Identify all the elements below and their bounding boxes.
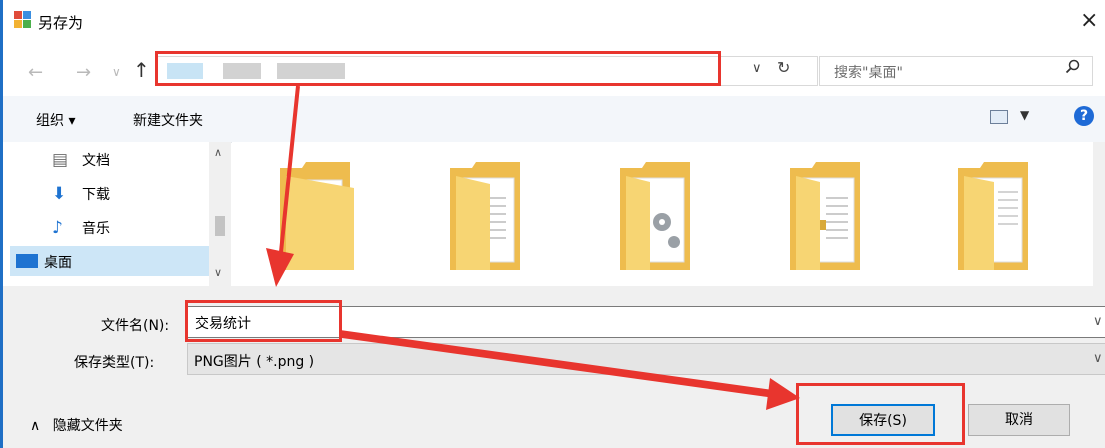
scrollbar-thumb[interactable] xyxy=(215,216,225,236)
cancel-button[interactable]: 取消 xyxy=(968,404,1070,436)
address-highlight-box xyxy=(155,51,721,86)
organize-button[interactable]: 组织 ▾ xyxy=(36,110,75,130)
app-icon xyxy=(14,11,31,28)
scroll-down-icon[interactable]: ∨ xyxy=(214,266,222,279)
help-icon[interactable]: ? xyxy=(1074,106,1094,126)
nav-scrollbar[interactable]: ∧ ∨ xyxy=(209,142,231,286)
document-icon: ▤ xyxy=(52,150,69,170)
filename-dropdown-icon[interactable]: ∨ xyxy=(1093,314,1103,329)
nav-item-downloads[interactable]: ⬇ 下载 xyxy=(20,178,210,208)
filetype-dropdown-icon[interactable]: ∨ xyxy=(1093,351,1103,366)
folder-icon xyxy=(958,162,1028,270)
file-scrollbar[interactable] xyxy=(1093,142,1105,286)
nav-item-label: 文档 xyxy=(82,153,110,169)
forward-arrow-icon[interactable]: → xyxy=(76,62,91,83)
up-arrow-icon[interactable]: ↑ xyxy=(133,58,150,82)
filename-highlight-box xyxy=(185,300,342,342)
view-mode-icon[interactable] xyxy=(990,110,1008,124)
title-bar xyxy=(3,0,1105,44)
nav-item-label: 桌面 xyxy=(44,255,72,271)
refresh-icon[interactable]: ↻ xyxy=(777,58,790,77)
filetype-value: PNG图片 ( *.png ) xyxy=(194,354,315,370)
nav-item-music[interactable]: ♪ 音乐 xyxy=(20,212,210,242)
save-highlight-box xyxy=(796,383,965,445)
nav-item-label: 音乐 xyxy=(82,221,110,237)
hide-folders-toggle[interactable]: ∧ 隐藏文件夹 xyxy=(30,415,123,435)
nav-item-desktop[interactable]: 桌面 xyxy=(10,246,209,276)
view-dropdown-icon[interactable]: ▼ xyxy=(1020,108,1029,122)
folder-grid xyxy=(280,162,1028,270)
filename-label: 文件名(N): xyxy=(101,318,170,334)
search-icon[interactable] xyxy=(1065,59,1081,75)
scroll-up-icon[interactable]: ∧ xyxy=(214,146,222,159)
filetype-label: 保存类型(T): xyxy=(74,355,155,371)
address-dropdown-icon[interactable]: ∨ xyxy=(752,61,762,76)
desktop-icon xyxy=(16,254,38,268)
search-placeholder: 搜索"桌面" xyxy=(834,65,903,81)
filetype-select[interactable] xyxy=(187,343,1105,375)
back-arrow-icon[interactable]: ← xyxy=(28,62,43,83)
folder-icon xyxy=(280,162,354,270)
window-title: 另存为 xyxy=(38,14,84,32)
new-folder-button[interactable]: 新建文件夹 xyxy=(133,110,203,130)
folder-icon xyxy=(450,162,520,270)
recent-dropdown-icon[interactable]: ∨ xyxy=(112,65,121,79)
nav-item-documents[interactable]: ▤ 文档 xyxy=(20,144,210,174)
hide-folders-label: 隐藏文件夹 xyxy=(52,418,123,434)
folder-icon xyxy=(790,162,860,270)
folder-icon xyxy=(620,162,690,270)
music-icon: ♪ xyxy=(52,218,63,238)
nav-item-label: 下载 xyxy=(82,187,110,203)
chevron-up-icon: ∧ xyxy=(30,418,41,434)
download-icon: ⬇ xyxy=(52,184,67,204)
close-icon[interactable]: × xyxy=(1080,8,1098,33)
